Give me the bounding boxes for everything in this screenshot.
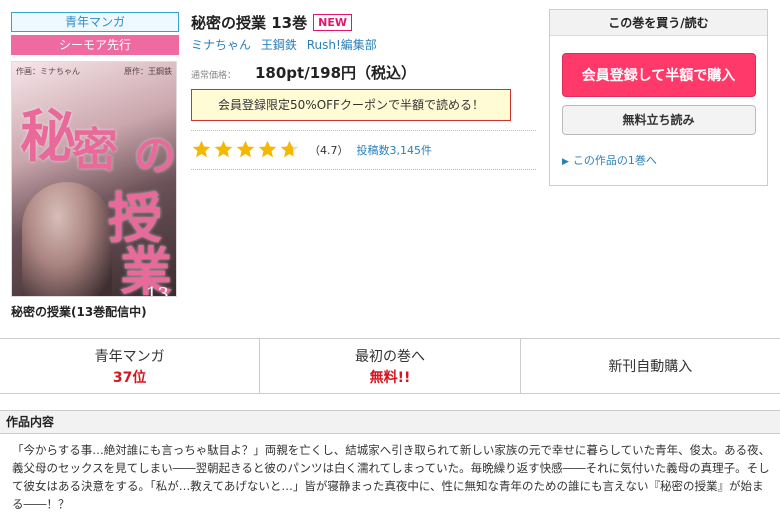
description-heading: 作品内容: [0, 410, 780, 434]
cover-title-char: 秘: [20, 104, 76, 170]
stat-label: 青年マンガ: [94, 348, 165, 365]
publisher-link[interactable]: Rush!編集部: [307, 38, 377, 52]
star-full-icon: [258, 140, 277, 158]
left-column: 青年マンガ シーモア先行 作画：ミナちゃん 原作：王鋼鉄 秘 密 の 授 業 1…: [11, 12, 179, 320]
rating-score: （4.7）: [309, 143, 349, 157]
price-row: 通常価格： 180pt/198円（税込）: [191, 62, 536, 83]
star-full-icon: [214, 140, 233, 158]
star-rating: [191, 139, 301, 160]
stats-bar: 青年マンガ 37位 最初の巻へ 無料!! 新刊自動購入: [0, 338, 780, 394]
stat-label: 最初の巻へ: [354, 348, 425, 365]
price-value: 180pt/198円（税込）: [255, 64, 417, 82]
buy-box: この巻を買う/読む 会員登録して半額で購入 無料立ち読み ▶ この作品の1巻へ: [549, 9, 768, 186]
divider: [191, 130, 536, 131]
product-info: 秘密の授業 13巻 NEW ミナちゃん 王鋼鉄 Rush!編集部 通常価格： 1…: [191, 12, 536, 170]
review-count-link[interactable]: 投稿数3,145件: [357, 142, 433, 158]
author-list: ミナちゃん 王鋼鉄 Rush!編集部: [191, 36, 536, 53]
stat-value: 37位: [112, 369, 147, 386]
first-volume-link[interactable]: ▶ この作品の1巻へ: [562, 152, 767, 168]
coupon-banner[interactable]: 会員登録限定50%OFFクーポンで半額で読める！: [191, 89, 511, 121]
cover-image[interactable]: 作画：ミナちゃん 原作：王鋼鉄 秘 密 の 授 業 13: [11, 61, 177, 297]
free-preview-button[interactable]: 無料立ち読み: [561, 105, 756, 135]
genre-badge[interactable]: 青年マンガ: [11, 12, 179, 32]
cover-credit-original: 原作：王鋼鉄: [124, 67, 172, 76]
rating-row: （4.7） 投稿数3,145件: [191, 139, 536, 160]
description-text: 「今からする事…絶対誰にも言っちゃ駄目よ？」両親を亡くし、結城家へ引き取られて新…: [12, 443, 771, 511]
cover-caption: 秘密の授業(13巻配信中): [11, 305, 147, 319]
first-volume-cell[interactable]: 最初の巻へ 無料!!: [260, 339, 521, 393]
cover-volume-number: 13: [146, 284, 169, 297]
register-half-price-buy-button[interactable]: 会員登録して半額で購入: [561, 53, 756, 97]
star-full-icon: [236, 140, 255, 158]
cover-figure: [22, 182, 112, 296]
genre-ranking-cell[interactable]: 青年マンガ 37位: [0, 339, 261, 393]
author-link[interactable]: ミナちゃん: [191, 38, 251, 52]
triangle-right-icon: ▶: [562, 157, 569, 167]
stat-value: 無料!!: [369, 369, 411, 386]
cover-credit-artist: 作画：ミナちゃん: [16, 67, 80, 76]
star-partial-icon: [280, 140, 299, 158]
auto-purchase-cell[interactable]: 新刊自動購入: [521, 339, 780, 393]
product-title: 秘密の授業 13巻: [191, 14, 308, 32]
star-full-icon: [192, 140, 211, 158]
divider: [191, 169, 536, 170]
new-badge: NEW: [313, 14, 352, 31]
simoa-first-badge: シーモア先行: [11, 35, 179, 55]
author-link[interactable]: 王鋼鉄: [261, 38, 297, 52]
price-label: 通常価格：: [191, 71, 237, 81]
stat-label: 新刊自動購入: [608, 359, 693, 375]
cover-credit: 作画：ミナちゃん 原作：王鋼鉄: [16, 66, 172, 77]
first-volume-link-label: この作品の1巻へ: [572, 154, 657, 167]
title-row: 秘密の授業 13巻 NEW: [191, 12, 536, 33]
buy-box-header: この巻を買う/読む: [550, 10, 767, 36]
cover-title-char: 密: [72, 123, 118, 177]
